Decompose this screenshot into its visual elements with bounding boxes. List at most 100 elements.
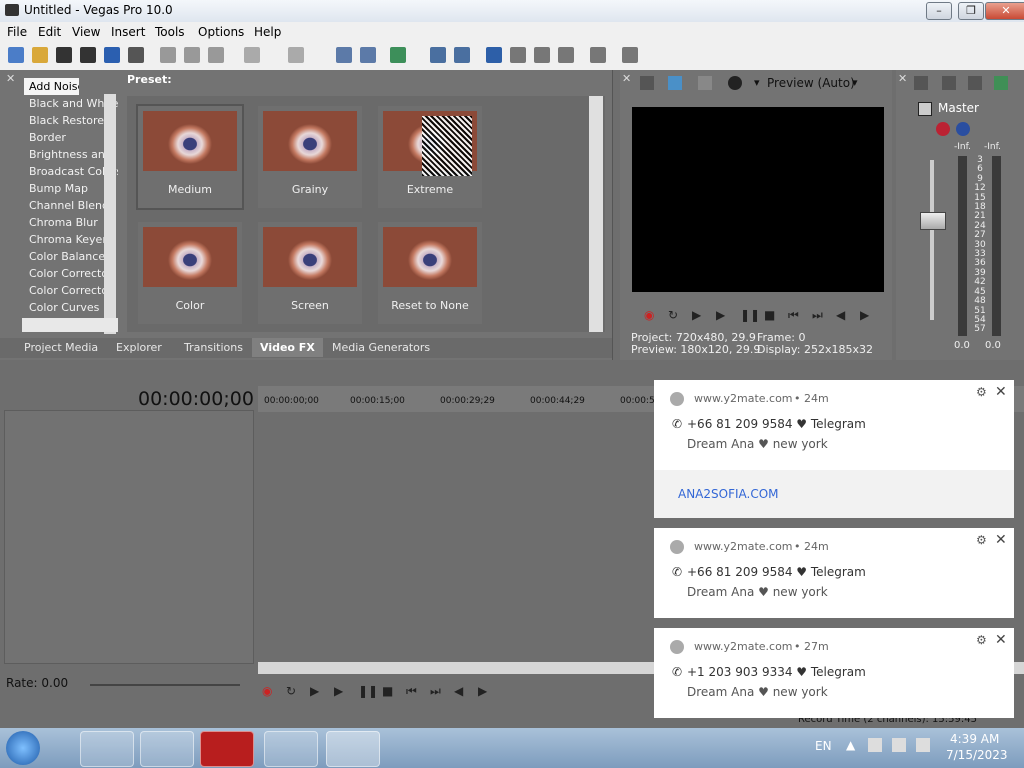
pause-icon[interactable]: ❚❚: [740, 308, 760, 322]
clock-time[interactable]: 4:39 AM: [950, 732, 999, 746]
dim-output-icon[interactable]: [968, 76, 982, 90]
preset-color[interactable]: Color: [138, 222, 242, 324]
start-button[interactable]: [6, 731, 40, 765]
save-as-icon[interactable]: [80, 47, 96, 63]
new-icon[interactable]: [8, 47, 24, 63]
notification-action[interactable]: ANA2SOFIA.COM: [654, 470, 1014, 518]
minimize-button[interactable]: –: [926, 2, 952, 20]
go-to-start-icon[interactable]: ⏮: [406, 684, 417, 699]
ignore-grouping-icon[interactable]: [454, 47, 470, 63]
explorer-taskbar-icon[interactable]: [80, 731, 134, 767]
fx-icon[interactable]: [936, 122, 950, 136]
record-icon[interactable]: ◉: [644, 308, 654, 322]
close-icon[interactable]: ✕: [995, 384, 1007, 400]
next-frame-icon[interactable]: ▶: [478, 684, 487, 698]
rate-slider[interactable]: [90, 684, 240, 686]
gear-icon[interactable]: ⚙: [976, 385, 987, 399]
chrome-taskbar-icon[interactable]: [140, 731, 194, 767]
whats-this-icon[interactable]: [622, 47, 638, 63]
show-hidden-icons[interactable]: ▲: [846, 738, 855, 752]
close-icon[interactable]: ✕: [6, 72, 15, 85]
undo-icon[interactable]: [244, 47, 260, 63]
auto-crossfade-icon[interactable]: [360, 47, 376, 63]
external-monitor-icon[interactable]: [668, 76, 682, 90]
pause-icon[interactable]: ❚❚: [358, 684, 378, 698]
menu-view[interactable]: View: [72, 25, 100, 39]
preset-reset[interactable]: Reset to None: [378, 222, 482, 324]
redo-icon[interactable]: [288, 47, 304, 63]
fx-list-item[interactable]: Add Noise: [24, 78, 79, 95]
menu-file[interactable]: File: [7, 25, 27, 39]
mute-icon[interactable]: [956, 122, 970, 136]
fx-list-hscrollbar[interactable]: [22, 318, 118, 332]
close-icon[interactable]: ✕: [995, 632, 1007, 648]
record-icon[interactable]: ◉: [262, 684, 272, 698]
language-indicator[interactable]: EN: [815, 739, 832, 753]
preset-medium[interactable]: Medium: [136, 104, 244, 210]
7zip-taskbar-icon[interactable]: [264, 731, 318, 767]
tab-explorer[interactable]: Explorer: [116, 341, 162, 354]
properties-icon[interactable]: [128, 47, 144, 63]
go-to-end-icon[interactable]: ⏭: [812, 308, 823, 323]
snap-icon[interactable]: [336, 47, 352, 63]
ripple-icon[interactable]: [390, 47, 406, 63]
play-from-start-icon[interactable]: ▶: [692, 308, 701, 322]
menu-options[interactable]: Options: [198, 25, 244, 39]
save-icon[interactable]: [56, 47, 72, 63]
previous-frame-icon[interactable]: ◀: [836, 308, 845, 322]
previous-frame-icon[interactable]: ◀: [454, 684, 463, 698]
preset-scrollbar[interactable]: [589, 96, 603, 332]
clock-date[interactable]: 7/15/2023: [946, 748, 1008, 762]
gear-icon[interactable]: ⚙: [976, 633, 987, 647]
network-icon[interactable]: [892, 738, 906, 752]
master-fader[interactable]: [920, 212, 946, 230]
open-icon[interactable]: [32, 47, 48, 63]
close-button[interactable]: ✕: [985, 2, 1024, 20]
maximize-button[interactable]: ❐: [958, 2, 984, 20]
overlays-icon[interactable]: [728, 76, 742, 90]
stop-icon[interactable]: ■: [764, 308, 775, 322]
preview-quality-dropdown[interactable]: Preview (Auto): [767, 76, 855, 90]
selection-tool-icon[interactable]: [534, 47, 550, 63]
volume-icon[interactable]: [916, 738, 930, 752]
close-icon[interactable]: ✕: [898, 72, 907, 85]
fx-list-scrollbar[interactable]: [104, 94, 116, 334]
flash-taskbar-icon[interactable]: [200, 731, 254, 767]
menu-insert[interactable]: Insert: [111, 25, 145, 39]
preset-extreme[interactable]: Extreme: [378, 106, 482, 208]
go-to-end-icon[interactable]: ⏭: [430, 684, 441, 699]
track-list[interactable]: [4, 410, 254, 664]
preset-screen[interactable]: Screen: [258, 222, 362, 324]
loop-playback-icon[interactable]: ↻: [286, 684, 296, 698]
tab-video-fx[interactable]: Video FX: [252, 338, 323, 357]
close-icon[interactable]: ✕: [622, 72, 631, 85]
play-icon[interactable]: ▶: [716, 308, 725, 322]
vegas-taskbar-icon[interactable]: [326, 731, 380, 767]
loop-playback-icon[interactable]: ↻: [668, 308, 678, 322]
tab-media-generators[interactable]: Media Generators: [332, 341, 430, 354]
action-center-icon[interactable]: [868, 738, 882, 752]
mixer-properties-icon[interactable]: [914, 76, 928, 90]
downmix-icon[interactable]: [942, 76, 956, 90]
chrome-notification[interactable]: www.y2mate.com • 24m ⚙ ✕ ✆ +66 81 209 95…: [654, 380, 1014, 518]
zoom-tool-icon[interactable]: [558, 47, 574, 63]
stop-icon[interactable]: ■: [382, 684, 393, 698]
menu-tools[interactable]: Tools: [155, 25, 185, 39]
go-to-start-icon[interactable]: ⏮: [788, 308, 799, 323]
split-screen-icon[interactable]: [698, 76, 712, 90]
next-frame-icon[interactable]: ▶: [860, 308, 869, 322]
render-icon[interactable]: [104, 47, 120, 63]
cut-icon[interactable]: [160, 47, 176, 63]
menu-edit[interactable]: Edit: [38, 25, 61, 39]
menu-help[interactable]: Help: [254, 25, 281, 39]
preset-grainy[interactable]: Grainy: [258, 106, 362, 208]
normal-edit-tool-icon[interactable]: [486, 47, 502, 63]
tab-project-media[interactable]: Project Media: [24, 341, 98, 354]
gear-icon[interactable]: ⚙: [976, 533, 987, 547]
chrome-notification[interactable]: www.y2mate.com • 27m ⚙ ✕ ✆ +1 203 903 93…: [654, 628, 1014, 718]
close-icon[interactable]: ✕: [995, 532, 1007, 548]
copy-icon[interactable]: [184, 47, 200, 63]
settings-icon[interactable]: [590, 47, 606, 63]
envelope-tool-icon[interactable]: [510, 47, 526, 63]
play-icon[interactable]: ▶: [334, 684, 343, 698]
